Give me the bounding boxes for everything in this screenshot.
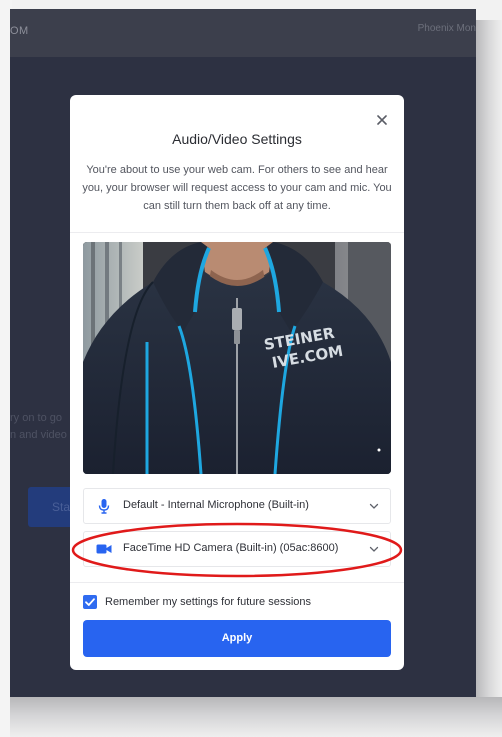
background-text: n and video xyxy=(10,429,67,441)
camera-select-value: FaceTime HD Camera (Built-in) (05ac:8600… xyxy=(123,542,339,554)
chevron-down-icon xyxy=(369,546,379,552)
apply-button[interactable]: Apply xyxy=(83,620,391,657)
checkmark-icon xyxy=(85,598,95,606)
app-window: OM Phoenix Mon ry on to go n and video S… xyxy=(10,9,476,697)
audio-video-settings-dialog: Audio/Video Settings You're about to use… xyxy=(70,95,404,670)
remember-settings-label: Remember my settings for future sessions xyxy=(105,596,312,608)
camera-preview-image: STEINER IVE.COM xyxy=(83,242,391,474)
divider xyxy=(70,232,404,233)
background-text: ry on to go xyxy=(10,412,62,424)
divider xyxy=(70,582,404,583)
dialog-title: Audio/Video Settings xyxy=(172,131,302,147)
video-camera-icon xyxy=(96,544,112,554)
camera-select[interactable]: FaceTime HD Camera (Built-in) (05ac:8600… xyxy=(83,531,391,567)
remember-settings-checkbox[interactable] xyxy=(83,595,97,609)
close-button[interactable] xyxy=(373,111,391,129)
frame-shadow-bottom xyxy=(10,697,502,737)
top-navigation-bar: OM Phoenix Mon xyxy=(10,9,476,57)
chevron-down-icon xyxy=(369,503,379,509)
brand-logo-text: OM xyxy=(10,25,29,37)
microphone-select[interactable]: Default - Internal Microphone (Built-in) xyxy=(83,488,391,524)
microphone-select-value: Default - Internal Microphone (Built-in) xyxy=(123,499,309,511)
frame-shadow-right xyxy=(476,20,502,737)
camera-preview: STEINER IVE.COM xyxy=(83,242,391,474)
close-icon xyxy=(377,115,387,125)
microphone-icon xyxy=(98,499,110,514)
nav-user-menu[interactable]: Phoenix Mon xyxy=(418,23,476,34)
dialog-description: You're about to use your web cam. For ot… xyxy=(82,164,392,212)
